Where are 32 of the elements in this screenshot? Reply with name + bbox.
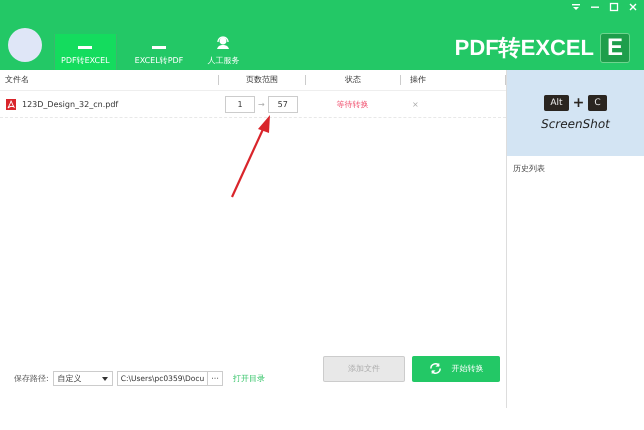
page-to-field[interactable]: 57 xyxy=(268,96,298,112)
mode-dropdown[interactable]: 自定义 xyxy=(52,371,113,386)
arrow-text: → xyxy=(258,100,265,108)
maximize-icon[interactable] xyxy=(609,2,619,12)
column-header: 操作 xyxy=(400,75,506,85)
column-header: 文件名 xyxy=(4,75,30,85)
start-convert-button[interactable]: 开始转换 xyxy=(412,356,500,382)
key-cap: Alt xyxy=(544,95,569,111)
headset-icon xyxy=(216,35,230,49)
nav-tab[interactable]: EXCEL转PDF xyxy=(128,34,190,70)
card-caption: ScreenShot xyxy=(541,117,610,131)
plus-text: + xyxy=(572,95,584,111)
app-logo: E xyxy=(600,33,630,63)
history-label: 历史列表 xyxy=(512,163,546,175)
app-title: PDF转EXCEL xyxy=(454,34,594,62)
column-header: 页数范围 xyxy=(218,75,305,85)
key-cap: C xyxy=(588,95,607,111)
save-path-label: 保存路径: xyxy=(14,373,49,384)
file-name: 123D_Design_32_cn.pdf xyxy=(22,100,118,108)
caret-icon xyxy=(102,376,108,380)
open-folder-link[interactable]: 打开目录 xyxy=(232,373,265,384)
dropdown-icon[interactable] xyxy=(571,2,581,12)
nav-tab[interactable]: PDF转EXCEL xyxy=(54,34,117,70)
pdf-file-icon xyxy=(6,98,16,110)
remove-button[interactable]: × xyxy=(400,100,419,108)
column-header: 状态 xyxy=(305,75,400,85)
close-icon[interactable] xyxy=(628,2,638,12)
status-text: 等待转换 xyxy=(336,98,370,110)
refresh-icon xyxy=(428,362,442,375)
nav-tab[interactable]: 人工服务 xyxy=(201,34,246,70)
avatar-icon xyxy=(8,28,42,62)
page-from-field[interactable]: 1 xyxy=(225,96,255,112)
